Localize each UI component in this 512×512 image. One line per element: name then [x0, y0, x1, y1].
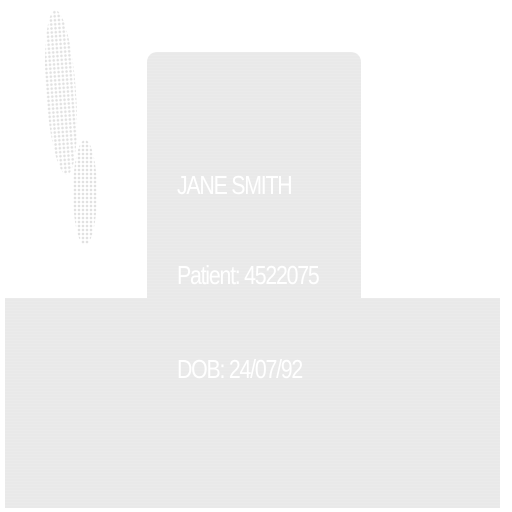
date-of-birth: DOB: 24/07/92 — [177, 354, 303, 384]
scene: JANE SMITH Patient: 4522075 DOB: 24/07/9… — [0, 0, 512, 512]
patient-id: Patient: 4522075 — [177, 260, 320, 290]
patient-name: JANE SMITH — [177, 170, 293, 200]
dotted-texture — [73, 140, 97, 245]
dotted-texture — [40, 9, 82, 176]
label-base-panel — [5, 298, 500, 508]
